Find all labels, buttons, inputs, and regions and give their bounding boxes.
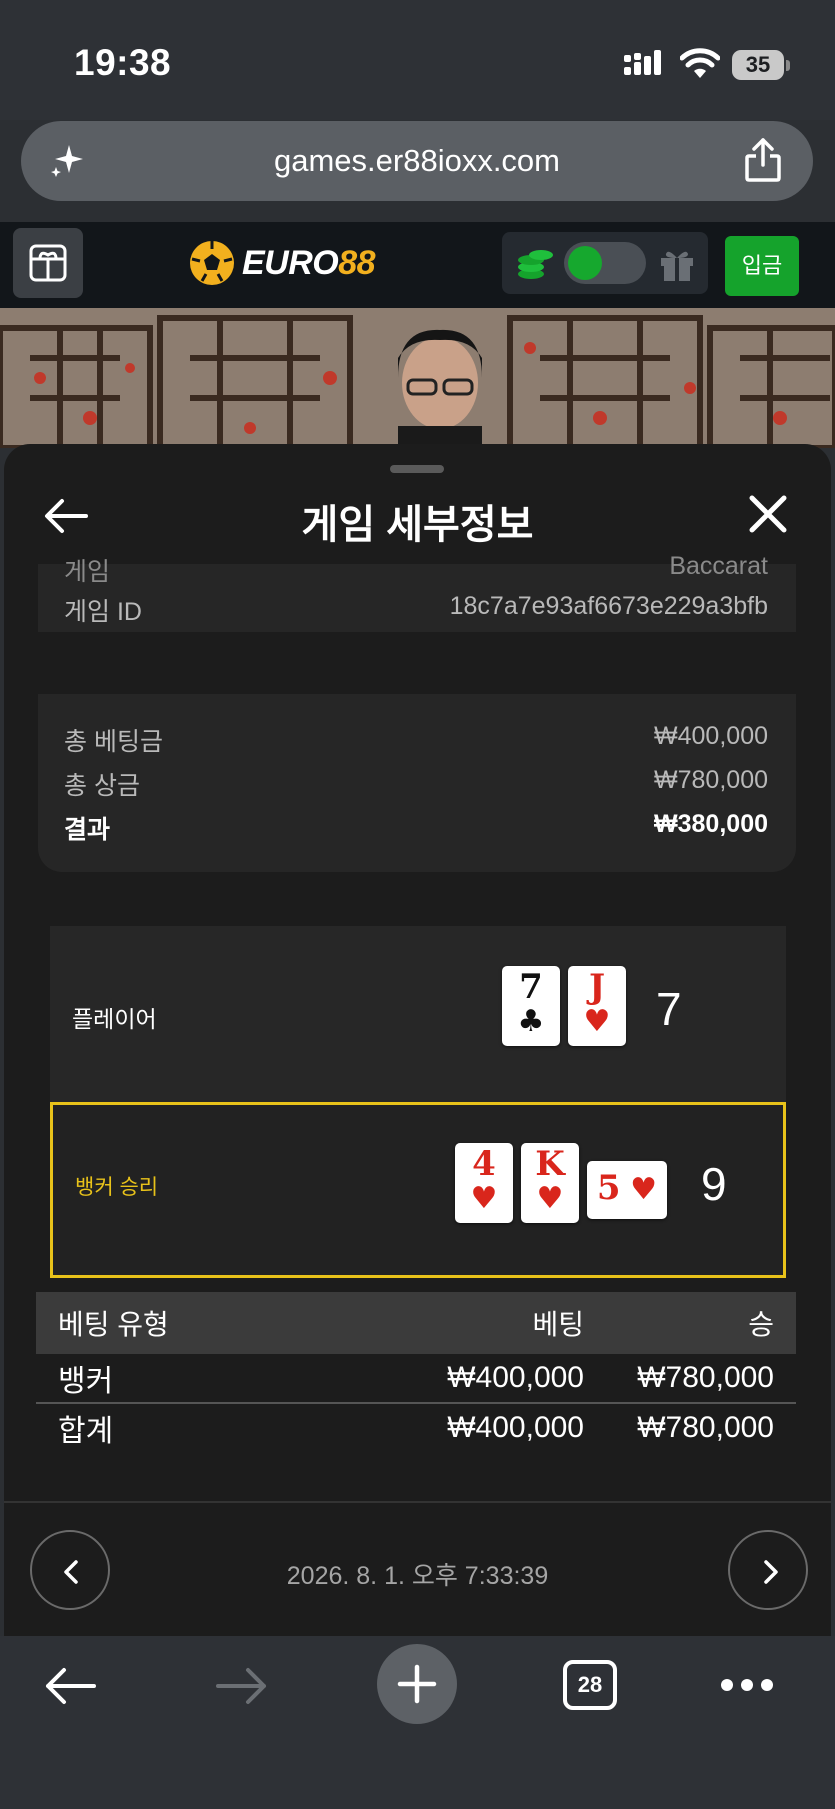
table-row: 뱅커 ₩400,000 ₩780,000 <box>58 1361 774 1398</box>
tabs-button[interactable]: 28 <box>563 1660 617 1710</box>
player-label: 플레이어 <box>72 1006 157 1032</box>
gift-icon[interactable] <box>658 246 696 282</box>
player-hand: 플레이어 7 ♣ J ♥ 7 <box>50 926 786 1101</box>
playing-card-sideways: 5 ♥ <box>587 1161 667 1219</box>
drag-handle[interactable] <box>390 465 444 473</box>
logo-text: EURO88 <box>242 243 376 282</box>
playing-card: 7 ♣ <box>502 966 560 1046</box>
playing-card: 4 ♥ <box>455 1143 513 1223</box>
address-bar[interactable]: games.er88ioxx.com <box>21 121 813 201</box>
url-text[interactable]: games.er88ioxx.com <box>21 143 813 179</box>
info-row-game: 게임 Baccarat <box>64 552 768 586</box>
banker-hand: 뱅커 승리 4 ♥ K ♥ 5 ♥ 9 <box>50 1102 786 1278</box>
battery-level: 35 <box>732 50 784 80</box>
grid-menu-icon <box>29 244 67 282</box>
coins-icon[interactable] <box>516 246 554 282</box>
menu-button[interactable] <box>13 228 83 298</box>
battery-icon: 35 <box>732 48 792 82</box>
status-time: 19:38 <box>74 42 172 83</box>
bet-table-header: 베팅 유형 베팅 승 <box>36 1292 796 1354</box>
wifi-icon <box>680 48 720 78</box>
round-timestamp: 2026. 8. 1. 오후 7:33:39 <box>286 1562 549 1590</box>
baccarat-outcome: 플레이어 7 ♣ J ♥ 7 뱅커 승리 4 ♥ K ♥ 5 ♥ 9 <box>50 926 786 1278</box>
banker-win-label: 뱅커 승리 <box>75 1176 159 1199</box>
totals-card: 총 베팅금 ₩400,000 총 상금 ₩780,000 결과 ₩380,000 <box>38 694 796 872</box>
game-details-sheet: 게임 세부정보 게임 Baccarat 게임 ID 18c7a7e93af667… <box>4 444 831 1644</box>
browser-toolbar: 28 <box>0 1636 835 1809</box>
live-dealer-video <box>0 308 835 448</box>
divider <box>4 1501 831 1503</box>
app-header: EURO88 입금 <box>0 222 835 308</box>
browser-forward-icon[interactable] <box>216 1666 268 1706</box>
sheet-title: 게임 세부정보 <box>301 503 534 547</box>
status-bar: 19:38 35 <box>0 0 835 120</box>
player-score: 7 <box>656 983 682 1035</box>
bet-table: 베팅 유형 베팅 승 뱅커 ₩400,000 ₩780,000 합계 ₩400,… <box>36 1292 796 1452</box>
total-bet-row: 총 베팅금 ₩400,000 <box>64 722 768 756</box>
next-round-button[interactable] <box>728 1530 808 1610</box>
playing-card: K ♥ <box>521 1143 579 1223</box>
plus-icon <box>397 1664 437 1704</box>
euro88-logo[interactable]: EURO88 <box>188 236 376 290</box>
table-total-row: 합계 ₩400,000 ₩780,000 <box>58 1411 774 1448</box>
new-tab-button[interactable] <box>377 1644 457 1724</box>
total-win-row: 총 상금 ₩780,000 <box>64 766 768 800</box>
soccer-ball-icon <box>190 241 234 285</box>
cellular-signal-icon <box>624 50 661 75</box>
banker-score: 9 <box>701 1158 727 1210</box>
video-frame <box>0 308 835 448</box>
chevron-right-icon <box>764 1560 778 1584</box>
result-row: 결과 ₩380,000 <box>64 810 768 844</box>
browser-back-icon[interactable] <box>44 1666 96 1706</box>
info-row-game-id: 게임 ID 18c7a7e93af6673e229a3bfb <box>64 592 768 626</box>
share-icon[interactable] <box>743 137 783 183</box>
deposit-button[interactable]: 입금 <box>725 236 799 296</box>
balance-toggle[interactable] <box>564 242 646 284</box>
balance-controls <box>502 232 708 294</box>
playing-card: J ♥ <box>568 966 626 1046</box>
close-icon[interactable] <box>748 494 788 534</box>
more-options-icon[interactable] <box>720 1678 774 1692</box>
game-info-card: 게임 Baccarat 게임 ID 18c7a7e93af6673e229a3b… <box>38 552 796 632</box>
